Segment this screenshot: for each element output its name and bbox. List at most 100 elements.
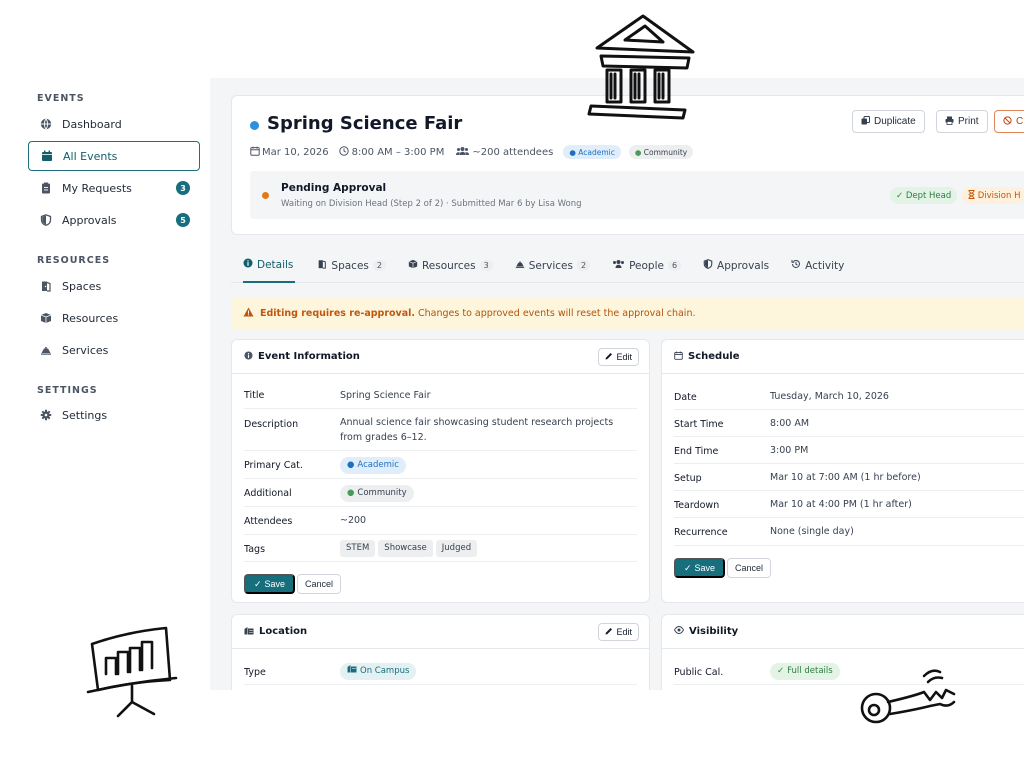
tab-resources[interactable]: Resources 3 [396,256,493,283]
tag-chip: STEM [340,540,376,557]
event-date: Mar 10, 2026 [262,146,329,158]
box-icon [408,259,418,272]
tab-people[interactable]: People 6 [600,256,682,283]
copy-icon [861,115,870,128]
sidebar-item-dashboard[interactable]: Dashboard [28,109,200,139]
row-value: Annual science fair showcasing student r… [340,417,614,443]
calendar-icon [40,149,54,163]
edit-label: Edit [616,627,632,637]
sidebar-item-resources[interactable]: Resources [28,303,200,333]
edit-location-button[interactable]: Edit [598,623,639,641]
panel-header: Event Information Edit [232,340,649,374]
tab-bar: Details Spaces 2 Resources 3 Services 2 … [231,256,1024,283]
eye-icon [673,626,685,637]
print-button[interactable]: Print [936,110,988,133]
warning-icon [243,307,254,320]
calendar-icon [250,146,260,159]
duplicate-label: Duplicate [874,116,916,127]
cancel-event-info-button[interactable]: Cancel [297,574,342,594]
event-meta: Mar 10, 2026 8:00 AM – 3:00 PM ~200 atte… [250,145,694,159]
sidebar-section-events: EVENTS [37,93,85,104]
row-key: End Time [674,446,719,457]
warning-text: Changes to approved events will reset th… [418,307,696,319]
row-value: Spring Science Fair [340,390,431,401]
tag-list: STEM Showcase Judged [340,540,637,557]
row-key: Tags [244,544,266,555]
panel-title: Event Information [258,351,360,362]
tab-count: 3 [479,260,493,271]
key-doodle-icon [860,669,956,724]
sidebar-item-services[interactable]: Services [28,335,200,365]
sidebar-item-spaces[interactable]: Spaces [28,271,200,301]
schedule-row-teardown: Teardown Mar 10 at 4:00 PM (1 hr after) [674,491,1024,518]
row-key: Recurrence [674,527,728,538]
row-key: Primary Cat. [244,460,303,471]
save-event-info-button[interactable]: ✓ Save [244,574,296,594]
history-icon [791,259,801,272]
tab-count: 2 [372,260,386,271]
save-schedule-button[interactable]: ✓ Save [674,558,726,578]
tab-activity[interactable]: Activity [779,256,844,283]
sidebar-item-label: Services [62,343,109,357]
row-key: Additional [244,488,292,499]
row-key: Teardown [674,500,720,511]
row-value: ~200 [340,515,367,526]
gear-icon [39,408,53,422]
tab-details[interactable]: Details [243,256,296,283]
sidebar-section-settings: SETTINGS [37,385,98,396]
approval-step-division-head: Division H [962,187,1024,204]
save-label: Save [694,563,716,573]
sidebar-item-approvals[interactable]: Approvals 5 [28,205,200,235]
tab-count: 6 [667,260,682,271]
tab-spaces[interactable]: Spaces 2 [305,256,386,283]
save-label: Save [264,579,286,589]
public-cal-pill: ✓ Full details [770,663,840,680]
row-value: Mar 10 at 4:00 PM (1 hr after) [770,499,912,510]
tab-services[interactable]: Services 2 [503,256,591,283]
sidebar-item-settings[interactable]: Settings [28,400,200,430]
tab-label: Approvals [717,259,770,272]
category-pill-academic: ● Academic [563,145,621,159]
panel-header: Schedule [662,340,1024,374]
status-subtitle: Waiting on Division Head (Step 2 of 2) ·… [281,199,582,209]
bell-icon [515,259,525,272]
cancel-schedule-button[interactable]: Cancel [727,558,772,578]
row-value: None (single day) [770,526,854,537]
info-row-attendees: Attendees ~200 [244,507,637,535]
visibility-panel: Visibility Public Cal. ✓ Full details [661,614,1024,690]
tab-label: Services [528,259,573,272]
edit-event-info-button[interactable]: Edit [598,348,639,366]
print-label: Print [958,116,979,127]
row-key: Setup [674,473,702,484]
sidebar-item-label: Dashboard [62,117,122,131]
clock-icon [338,145,349,159]
additional-category-pill: ● Community [340,485,414,502]
sidebar-item-my-requests[interactable]: My Requests 3 [28,173,200,203]
panel-title: Schedule [688,351,740,362]
box-icon [39,311,53,325]
warning-bold-text: Editing requires re-approval. [260,307,416,319]
reapproval-warning: Editing requires re-approval. Changes to… [231,297,1024,329]
schedule-row-start: Start Time 8:00 AM [674,410,1024,437]
schedule-row-setup: Setup Mar 10 at 7:00 AM (1 hr before) [674,464,1024,491]
tab-approvals[interactable]: Approvals [691,256,769,283]
row-value: Tuesday, March 10, 2026 [770,391,889,402]
tab-label: Activity [805,259,845,272]
duplicate-button[interactable]: Duplicate [852,110,925,133]
sidebar-item-all-events[interactable]: All Events [28,141,200,171]
row-key: Title [244,390,265,401]
row-value: 8:00 AM [770,418,810,429]
app-root: EVENTS Dashboard All Events My Requests … [0,0,1024,768]
location-type-pill: On Campus [340,663,417,680]
sidebar-item-label: Settings [62,408,108,422]
row-key: Date [674,392,697,403]
ban-icon [1003,115,1012,128]
info-row-additional: Additional ● Community [244,479,637,507]
info-icon [244,350,253,363]
event-color-dot [250,121,259,130]
people-icon [456,146,470,159]
museum-doodle-icon [587,14,695,120]
tag-chip: Showcase [378,540,433,557]
sidebar-item-label: Spaces [62,279,102,293]
cancel-event-button[interactable]: C [994,110,1024,133]
